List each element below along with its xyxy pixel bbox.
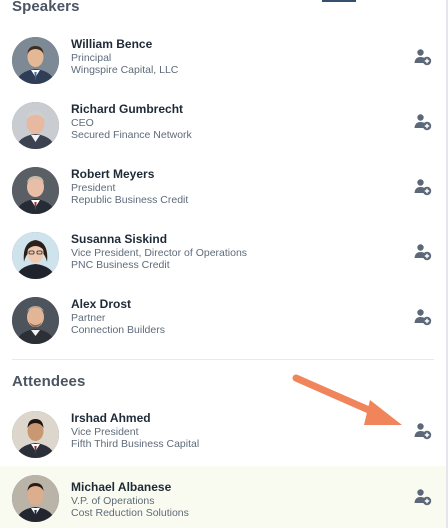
add-person-icon: [414, 244, 432, 261]
speaker-row[interactable]: Susanna Siskind Vice President, Director…: [0, 229, 446, 291]
add-contact-button[interactable]: [414, 488, 432, 506]
person-name: Michael Albanese: [71, 480, 172, 494]
person-name: Alex Drost: [71, 297, 132, 311]
person-role: V.P. of Operations: [71, 495, 155, 507]
attendee-avatar: [12, 475, 59, 522]
arrow-annotation: [290, 372, 410, 437]
speaker-row[interactable]: Robert Meyers President Republic Busines…: [0, 164, 446, 226]
add-contact-button[interactable]: [414, 48, 432, 66]
add-contact-button[interactable]: [414, 308, 432, 326]
section-divider: [12, 359, 434, 360]
person-name: William Bence: [71, 37, 153, 51]
speaker-row[interactable]: William Bence Principal Wingspire Capita…: [0, 34, 446, 96]
speakers-heading: Speakers: [12, 0, 80, 15]
attendee-row[interactable]: Michael Albanese V.P. of Operations Cost…: [0, 466, 446, 528]
add-contact-button[interactable]: [414, 422, 432, 440]
person-role: Partner: [71, 312, 106, 324]
speaker-avatar: [12, 37, 59, 84]
person-company: Wingspire Capital, LLC: [71, 64, 179, 76]
speaker-row[interactable]: Richard Gumbrecht CEO Secured Finance Ne…: [0, 99, 446, 161]
person-role: CEO: [71, 117, 94, 129]
person-company: Fifth Third Business Capital: [71, 438, 200, 450]
add-person-icon: [414, 489, 432, 506]
speaker-avatar: [12, 102, 59, 149]
speaker-avatar: [12, 297, 59, 344]
tab-indicator: [322, 0, 356, 2]
person-name: Robert Meyers: [71, 167, 155, 181]
person-name: Irshad Ahmed: [71, 411, 151, 425]
person-role: President: [71, 182, 116, 194]
person-role: Principal: [71, 52, 112, 64]
add-person-icon: [414, 49, 432, 66]
person-company: Republic Business Credit: [71, 194, 189, 206]
speaker-avatar: [12, 232, 59, 279]
person-company: Connection Builders: [71, 324, 165, 336]
add-person-icon: [414, 114, 432, 131]
person-name: Richard Gumbrecht: [71, 102, 184, 116]
person-role: Vice President, Director of Operations: [71, 247, 248, 259]
person-company: Cost Reduction Solutions: [71, 507, 189, 519]
person-role: Vice President: [71, 426, 139, 438]
attendee-avatar: [12, 411, 59, 458]
add-person-icon: [414, 309, 432, 326]
add-contact-button[interactable]: [414, 113, 432, 131]
attendees-heading: Attendees: [12, 373, 86, 390]
person-company: Secured Finance Network: [71, 129, 192, 141]
speaker-avatar: [12, 167, 59, 214]
add-person-icon: [414, 179, 432, 196]
add-person-icon: [414, 423, 432, 440]
speaker-row[interactable]: Alex Drost Partner Connection Builders: [0, 294, 446, 356]
add-contact-button[interactable]: [414, 243, 432, 261]
add-contact-button[interactable]: [414, 178, 432, 196]
person-name: Susanna Siskind: [71, 232, 168, 246]
person-company: PNC Business Credit: [71, 259, 170, 271]
